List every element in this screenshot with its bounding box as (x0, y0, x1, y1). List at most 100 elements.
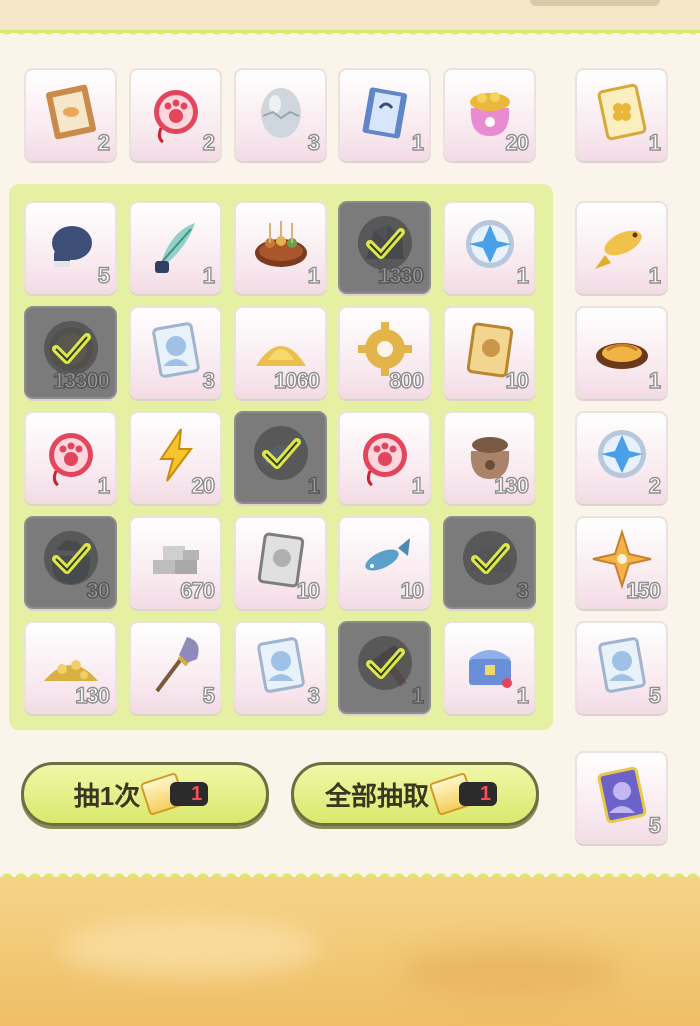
item-quantity: 13300 (52, 367, 111, 393)
prize-grid-cell[interactable]: 3 (129, 306, 222, 399)
top-reward-slot[interactable]: 3 (234, 68, 327, 161)
draw-once-cost: 1 (170, 782, 209, 806)
crystal-medal-icon (457, 211, 523, 277)
draw-all-label: 全部抽取 (324, 780, 429, 811)
item-quantity: 3 (307, 682, 321, 708)
food-dish-icon (589, 316, 655, 382)
prize-grid-cell[interactable]: 1 (338, 621, 431, 714)
item-quantity: 2 (97, 129, 111, 155)
draw-all-cost: 1 (459, 782, 497, 806)
item-quantity: 1 (411, 472, 425, 498)
item-quantity: 1 (648, 367, 662, 393)
prize-grid-cell[interactable]: 130 (24, 621, 117, 714)
prize-grid-cell[interactable]: 1 (338, 411, 431, 504)
top-reward-slot[interactable]: 2 (129, 68, 222, 161)
paw-amulet-icon (352, 421, 418, 487)
item-quantity: 5 (648, 812, 662, 838)
checkmark-icon (462, 531, 517, 586)
prize-grid-cell[interactable]: 800 (338, 306, 431, 399)
character-card-icon (248, 631, 314, 697)
item-quantity: 5 (202, 682, 216, 708)
item-quantity: 1 (516, 262, 530, 288)
prize-grid-cell[interactable]: 670 (129, 516, 222, 609)
prize-grid-cell[interactable]: 1060 (234, 306, 327, 399)
boxing-glove-icon (38, 211, 104, 277)
prize-grid-cell[interactable]: 13300 (24, 306, 117, 399)
item-quantity: 130 (494, 472, 530, 498)
skewer-platter-icon (248, 211, 314, 277)
prize-grid-cell[interactable]: 30 (24, 516, 117, 609)
prize-grid-cell[interactable]: 1 (234, 201, 327, 294)
item-quantity: 3 (202, 367, 216, 393)
background-floor (0, 877, 700, 1026)
golden-fish-icon (589, 211, 655, 277)
item-quantity: 5 (648, 682, 662, 708)
top-reward-slot[interactable]: 1 (338, 68, 431, 161)
item-quantity: 10 (296, 577, 321, 603)
paw-amulet-icon (38, 421, 104, 487)
item-quantity: 2 (202, 129, 216, 155)
treasure-chest-icon (457, 631, 523, 697)
item-quantity: 20 (191, 472, 216, 498)
tab-edge (530, 0, 660, 6)
draw-all-button[interactable]: 全部抽取 1 (291, 762, 539, 826)
top-reward-slot[interactable]: 20 (443, 68, 536, 161)
grand-prize-slot[interactable]: 5 (575, 751, 668, 844)
prize-grid-cell[interactable]: 10 (338, 516, 431, 609)
grand-prize-slot[interactable]: 1 (575, 68, 668, 161)
item-quantity: 800 (389, 367, 425, 393)
prize-grid-cell[interactable]: 1 (129, 201, 222, 294)
item-quantity: 1 (307, 262, 321, 288)
prize-grid-cell[interactable]: 1 (234, 411, 327, 504)
rainbow-card-icon (589, 761, 655, 827)
prize-grid-cell[interactable]: 10 (234, 516, 327, 609)
item-quantity: 1 (411, 682, 425, 708)
top-strip (0, 0, 700, 32)
prize-grid-cell[interactable]: 1 (24, 411, 117, 504)
prize-grid-cell[interactable]: 5 (129, 621, 222, 714)
item-quantity: 1 (202, 262, 216, 288)
blue-book-icon (352, 78, 418, 144)
item-quantity: 3 (307, 129, 321, 155)
prize-grid-cell[interactable]: 3 (443, 516, 536, 609)
checkmark-icon (43, 531, 98, 586)
clover-card-icon (589, 78, 655, 144)
prize-grid-cell[interactable]: 1 (443, 621, 536, 714)
grand-prize-slot[interactable]: 2 (575, 411, 668, 504)
item-quantity: 5 (97, 262, 111, 288)
item-quantity: 1060 (273, 367, 320, 393)
item-quantity: 2 (648, 472, 662, 498)
board-trim-top (0, 30, 700, 40)
grand-prize-slot[interactable]: 1 (575, 201, 668, 294)
item-quantity: 130 (75, 682, 111, 708)
item-quantity: 150 (626, 577, 662, 603)
top-reward-slot[interactable]: 2 (24, 68, 117, 161)
character-card-icon (589, 631, 655, 697)
prize-grid-cell[interactable]: 1330 (338, 201, 431, 294)
shovel-icon (143, 631, 209, 697)
checkmark-icon (357, 216, 412, 271)
item-quantity: 1 (516, 682, 530, 708)
prize-grid-cell[interactable]: 130 (443, 411, 536, 504)
prize-grid-cell[interactable]: 5 (24, 201, 117, 294)
item-quantity: 10 (400, 577, 425, 603)
ticket-icon: 1 (428, 771, 505, 817)
prize-grid-cell[interactable]: 20 (129, 411, 222, 504)
item-quantity: 1 (648, 262, 662, 288)
prize-grid-cell[interactable]: 10 (443, 306, 536, 399)
draw-once-button[interactable]: 抽1次 1 (21, 762, 269, 826)
checkmark-icon (253, 426, 308, 481)
crystal-medal-icon (589, 421, 655, 487)
grand-prize-slot[interactable]: 5 (575, 621, 668, 714)
item-quantity: 1 (307, 472, 321, 498)
prize-grid-cell[interactable]: 3 (234, 621, 327, 714)
item-quantity: 3 (516, 577, 530, 603)
item-quantity: 30 (86, 577, 111, 603)
ticket-icon: 1 (139, 771, 216, 817)
grand-prize-slot[interactable]: 150 (575, 516, 668, 609)
grand-prize-slot[interactable]: 1 (575, 306, 668, 399)
item-quantity: 1330 (377, 262, 424, 288)
item-quantity: 10 (505, 367, 530, 393)
checkmark-icon (357, 636, 412, 691)
prize-grid-cell[interactable]: 1 (443, 201, 536, 294)
